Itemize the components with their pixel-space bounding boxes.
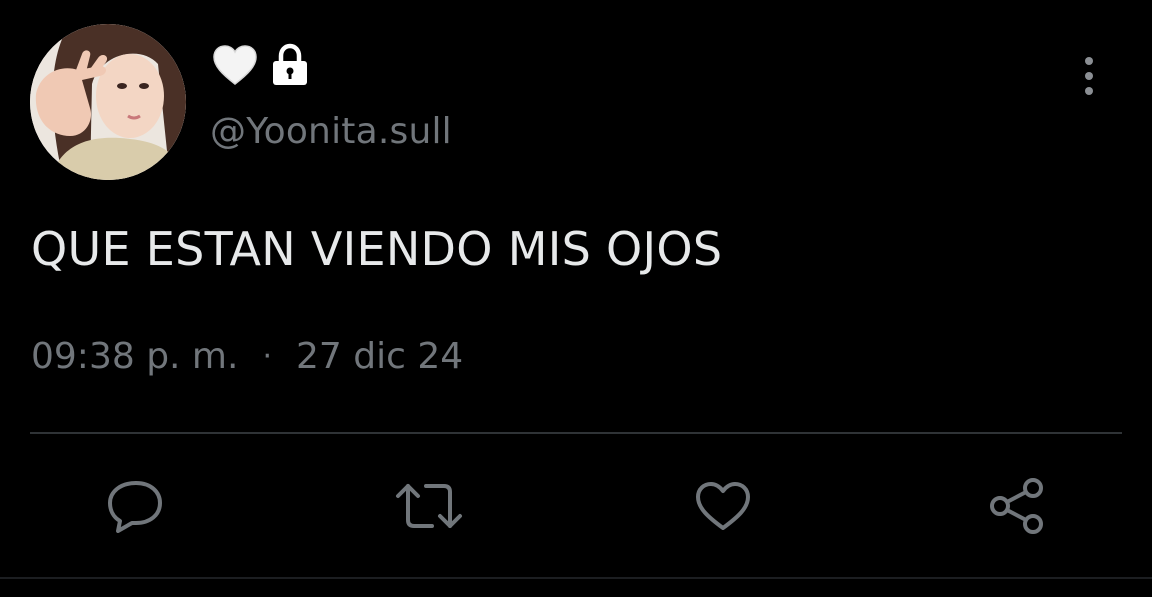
reply-icon[interactable]: [99, 470, 171, 542]
tweet-time: 09:38 p. m.: [31, 336, 239, 377]
tweet-date: 27 dic 24: [296, 336, 464, 377]
action-bar: [0, 470, 1152, 542]
avatar[interactable]: [30, 24, 186, 180]
divider: [30, 432, 1122, 434]
meta-separator: ·: [262, 339, 272, 374]
user-handle[interactable]: @Yoonita.sull: [210, 110, 452, 154]
more-options-icon[interactable]: [1072, 54, 1106, 98]
share-icon[interactable]: [981, 470, 1053, 542]
like-icon[interactable]: [687, 470, 759, 542]
retweet-icon[interactable]: [393, 470, 465, 542]
tweet-text: QUE ESTAN VIENDO MIS OJOS: [31, 222, 723, 276]
tweet-meta: 09:38 p. m. · 27 dic 24: [31, 334, 463, 380]
white-heart-icon: [212, 44, 258, 86]
bottom-divider: [0, 577, 1152, 579]
display-name[interactable]: [212, 40, 312, 90]
lock-icon: [268, 43, 312, 87]
